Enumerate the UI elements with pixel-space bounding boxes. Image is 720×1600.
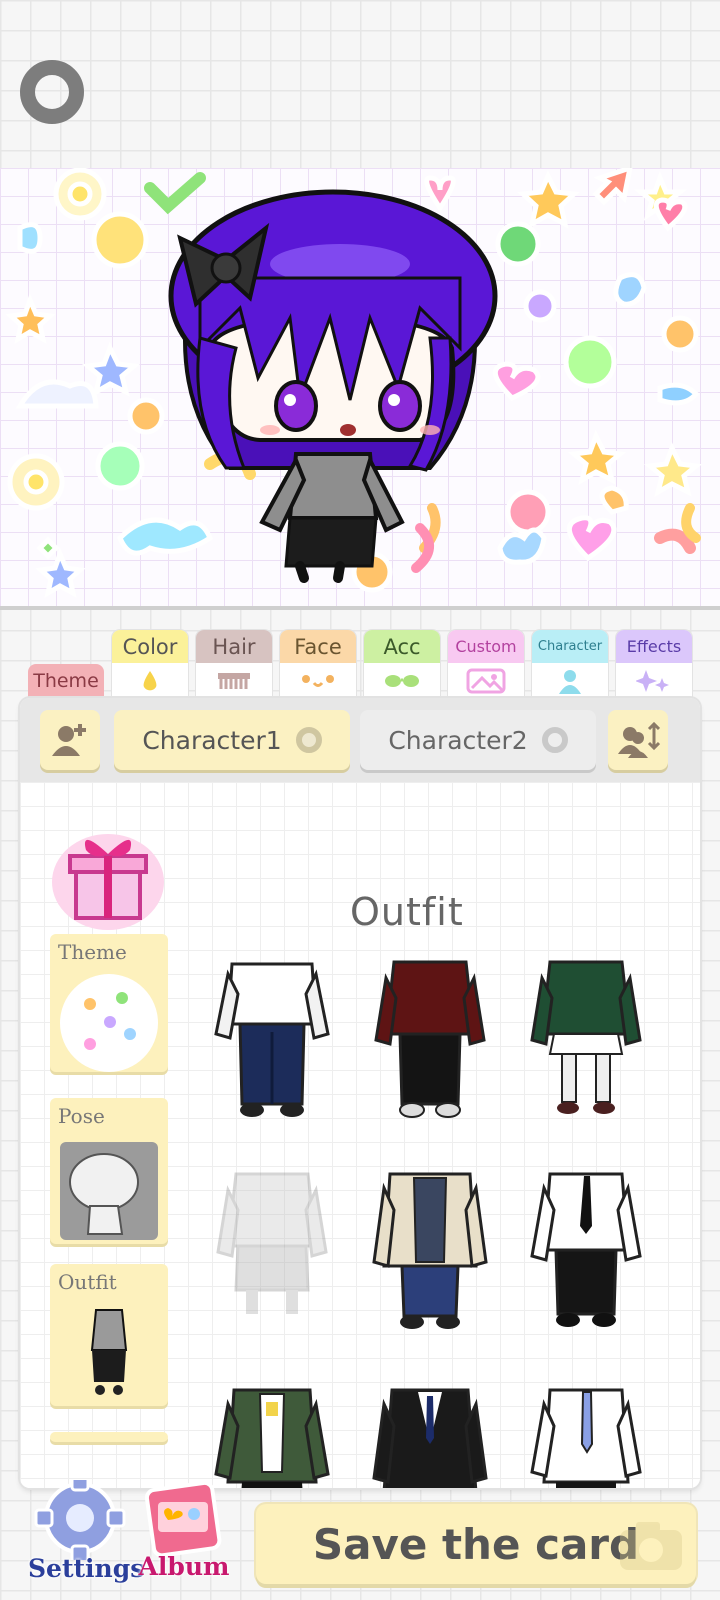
outfit-item-green-jacket[interactable] (212, 1382, 332, 1488)
settings-button[interactable]: Settings (28, 1480, 145, 1590)
tab-hair[interactable]: Hair (196, 630, 272, 698)
stage-divider (0, 606, 720, 610)
character-avatar (168, 189, 498, 583)
outfit-item-gray-hoodie-skirt[interactable] (212, 1166, 332, 1336)
tab-face-label: Face (280, 630, 356, 663)
character-bar: Character1 Character2 (20, 698, 700, 782)
tab-hair-label: Hair (196, 630, 272, 663)
gear-icon (34, 1480, 126, 1560)
character1-button[interactable]: Character1 (114, 710, 350, 770)
outfit-item-beige-coat[interactable] (370, 1166, 490, 1336)
tab-custom-label: Custom (448, 630, 524, 663)
side-pose-card[interactable]: Pose (50, 1098, 168, 1244)
side-outfit-label: Outfit (58, 1270, 117, 1294)
character2-button[interactable]: Character2 (360, 710, 596, 770)
outfit-thumbnail (60, 1304, 158, 1402)
pose-thumbnail (60, 1142, 158, 1240)
save-card-label: Save the card (312, 1519, 640, 1569)
tab-theme[interactable]: Theme (28, 664, 104, 698)
stage-background-stickers (5, 168, 703, 599)
tab-character-label: Character (532, 630, 608, 663)
image-icon (448, 663, 524, 698)
tab-acc-label: Acc (364, 630, 440, 663)
character-stage (0, 168, 720, 608)
droplet-icon (112, 663, 188, 698)
add-character-button[interactable] (40, 710, 100, 770)
character1-toggle-icon (295, 727, 322, 753)
swap-characters-button[interactable] (608, 710, 668, 770)
album-button[interactable]: Album (138, 1476, 230, 1590)
tab-effects[interactable]: Effects (616, 630, 692, 698)
theme-thumbnail (60, 974, 158, 1072)
side-outfit-card[interactable]: Outfit (50, 1264, 168, 1406)
tab-acc[interactable]: Acc (364, 630, 440, 698)
gift-button[interactable] (48, 822, 168, 932)
outfit-item-red-hoodie[interactable] (370, 954, 490, 1124)
side-next-card[interactable] (50, 1432, 168, 1442)
swap-persons-icon (618, 721, 660, 758)
editor-panel: Character1 Character2 Theme Pose Outfit … (20, 698, 700, 1488)
save-card-button[interactable]: Save the card (256, 1504, 696, 1584)
outfit-title: Outfit (350, 890, 464, 934)
side-theme-label: Theme (58, 940, 127, 964)
camera-icon (620, 1522, 682, 1570)
tab-color-label: Color (112, 630, 188, 663)
sparkle-icon (616, 663, 692, 698)
character2-label: Character2 (388, 725, 528, 755)
record-button[interactable] (20, 60, 84, 124)
character2-toggle-icon (541, 727, 568, 753)
gift-icon (52, 834, 164, 930)
album-icon (144, 1480, 222, 1558)
tab-custom[interactable]: Custom (448, 630, 524, 698)
add-person-icon (52, 724, 86, 756)
outfit-grid-area: Theme Pose Outfit Outfit (20, 782, 700, 1488)
side-pose-label: Pose (58, 1104, 105, 1128)
outfit-item-black-suit[interactable] (370, 1382, 490, 1488)
outfit-item-white-tee-jeans[interactable] (212, 954, 332, 1124)
character1-label: Character1 (142, 725, 282, 755)
album-label: Album (138, 1552, 230, 1581)
tab-character[interactable]: Character (532, 630, 608, 698)
side-theme-card[interactable]: Theme (50, 934, 168, 1072)
person-icon (532, 663, 608, 698)
tab-effects-label: Effects (616, 630, 692, 663)
outfit-item-white-shirt-tie[interactable] (526, 1166, 646, 1336)
face-icon (280, 663, 356, 698)
tab-color[interactable]: Color (112, 630, 188, 698)
outfit-item-green-hoodie[interactable] (526, 954, 646, 1124)
tab-theme-label: Theme (33, 670, 99, 692)
settings-label: Settings (28, 1554, 145, 1583)
outfit-item-white-shirt-blue-tie[interactable] (526, 1382, 646, 1488)
comb-icon (196, 663, 272, 698)
glasses-icon (364, 663, 440, 698)
tab-face[interactable]: Face (280, 630, 356, 698)
